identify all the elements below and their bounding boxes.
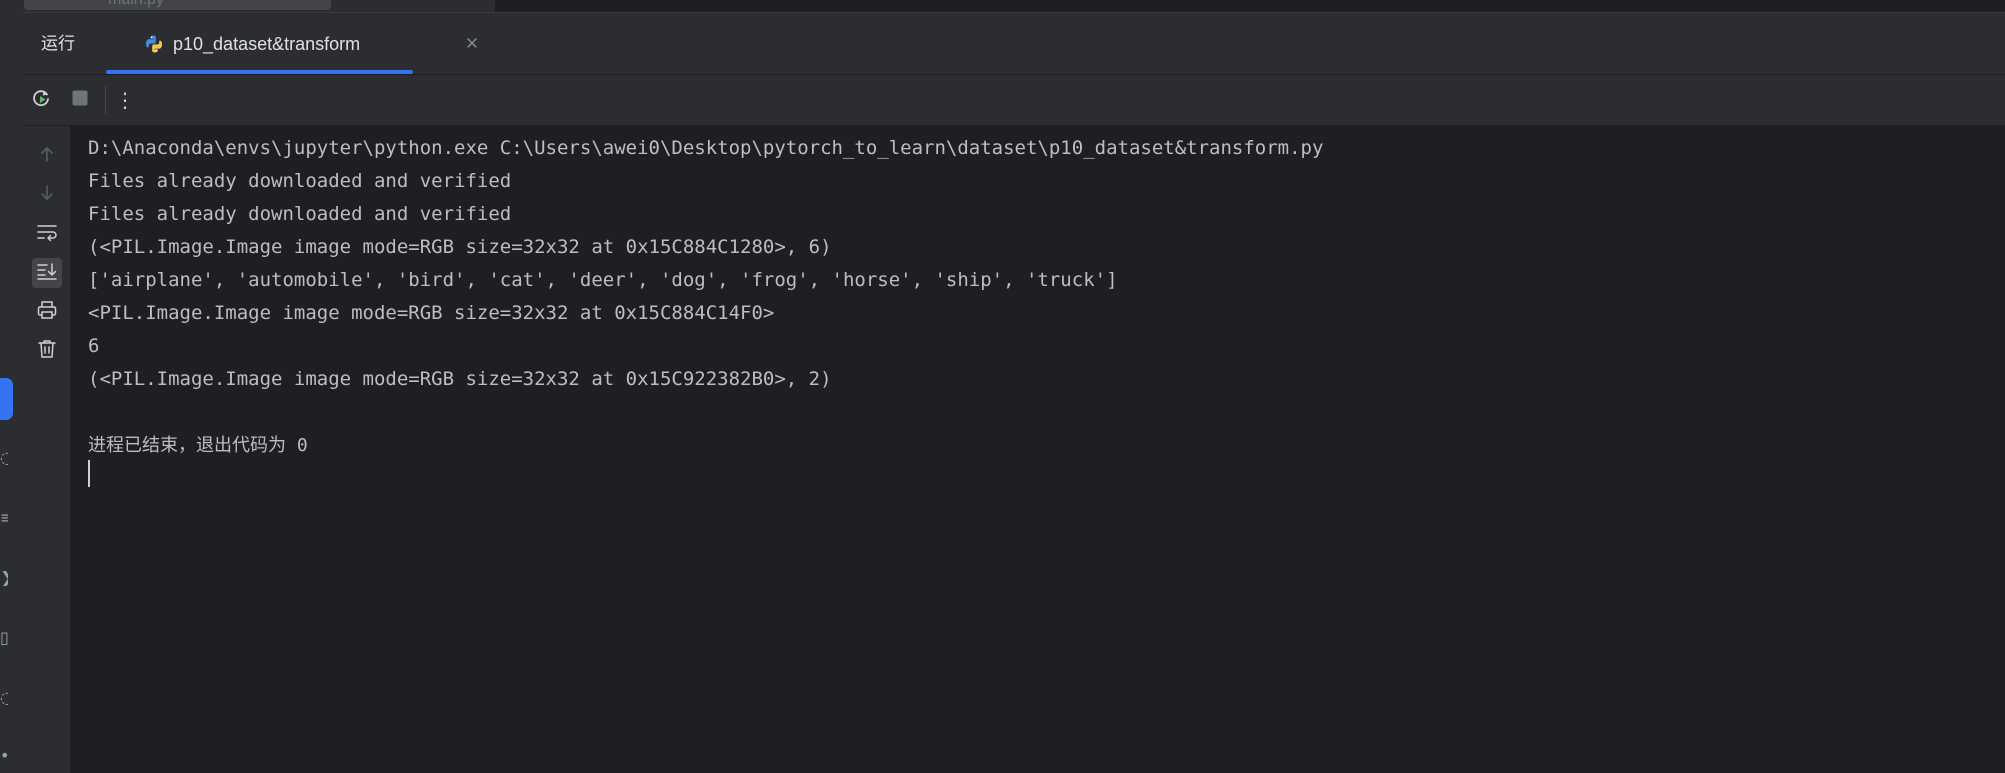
active-tab-indicator: [106, 70, 413, 74]
soft-wrap-icon: [36, 221, 58, 248]
scroll-to-end-icon: [36, 260, 58, 287]
down-button[interactable]: [32, 180, 62, 210]
stop-icon: [71, 89, 89, 112]
editor-tabs-panel: main.py: [22, 0, 495, 12]
activity-icon[interactable]: ◌: [0, 450, 8, 466]
more-icon: ⋮: [115, 88, 135, 112]
console-output[interactable]: D:\Anaconda\envs\jupyter\python.exe C:\U…: [71, 126, 2005, 773]
run-tab[interactable]: p10_dataset&transform: [106, 13, 477, 74]
run-tab-label: p10_dataset&transform: [173, 34, 361, 54]
activity-bar: ◌ ≡ ❯ ▯ ◌ •: [0, 0, 23, 773]
console-exit-message: 进程已结束，退出代码为 0: [88, 435, 308, 456]
clear-all-button[interactable]: [32, 336, 62, 366]
rerun-icon: [30, 87, 52, 114]
toolbar-separator: [105, 86, 106, 114]
activity-icon[interactable]: ▯: [0, 630, 8, 646]
activity-icon[interactable]: ❯: [0, 570, 8, 586]
editor-tab-label: main.py: [108, 0, 164, 8]
arrow-down-icon: [37, 183, 57, 208]
console-line: (<PIL.Image.Image image mode=RGB size=32…: [88, 368, 832, 390]
activity-icon[interactable]: ≡: [0, 510, 8, 526]
console-gutter: [22, 126, 70, 773]
close-icon[interactable]: [464, 35, 480, 51]
tool-window-title: 运行: [41, 34, 75, 54]
arrow-up-icon: [37, 144, 57, 169]
print-icon: [36, 299, 58, 326]
run-toolbar: ⋮: [22, 75, 2005, 126]
console-line-blank: [88, 396, 1323, 429]
rerun-button[interactable]: [29, 88, 53, 112]
console-line: <PIL.Image.Image image mode=RGB size=32x…: [88, 302, 775, 324]
editor-tabs-remnant: main.py: [22, 0, 2005, 13]
stop-button[interactable]: [68, 88, 92, 112]
scroll-to-end-button[interactable]: [32, 258, 62, 288]
console-line: Files already downloaded and verified: [88, 170, 512, 192]
console-line: 6: [88, 335, 100, 357]
activity-icon[interactable]: ◌: [0, 690, 8, 706]
run-tool-window: ◌ ≡ ❯ ▯ ◌ • main.py 运行 p10_dataset&trans…: [0, 0, 2005, 773]
console-lines: D:\Anaconda\envs\jupyter\python.exe C:\U…: [88, 132, 1323, 462]
text-caret: [88, 460, 90, 487]
run-tabs-header: 运行 p10_dataset&transform: [22, 13, 2005, 75]
console-line-command: D:\Anaconda\envs\jupyter\python.exe C:\U…: [88, 137, 1324, 159]
console-line: (<PIL.Image.Image image mode=RGB size=32…: [88, 236, 832, 258]
activity-icon[interactable]: •: [0, 748, 8, 764]
print-button[interactable]: [32, 297, 62, 327]
python-icon: [144, 34, 164, 59]
up-button[interactable]: [32, 141, 62, 171]
console-line: Files already downloaded and verified: [88, 203, 512, 225]
editor-tab-main[interactable]: main.py: [24, 0, 331, 10]
soft-wrap-button[interactable]: [32, 219, 62, 249]
trash-icon: [36, 338, 58, 365]
console-line: ['airplane', 'automobile', 'bird', 'cat'…: [88, 269, 1118, 291]
more-actions-button[interactable]: ⋮: [113, 88, 137, 112]
activity-bar-active-item[interactable]: [0, 378, 13, 420]
